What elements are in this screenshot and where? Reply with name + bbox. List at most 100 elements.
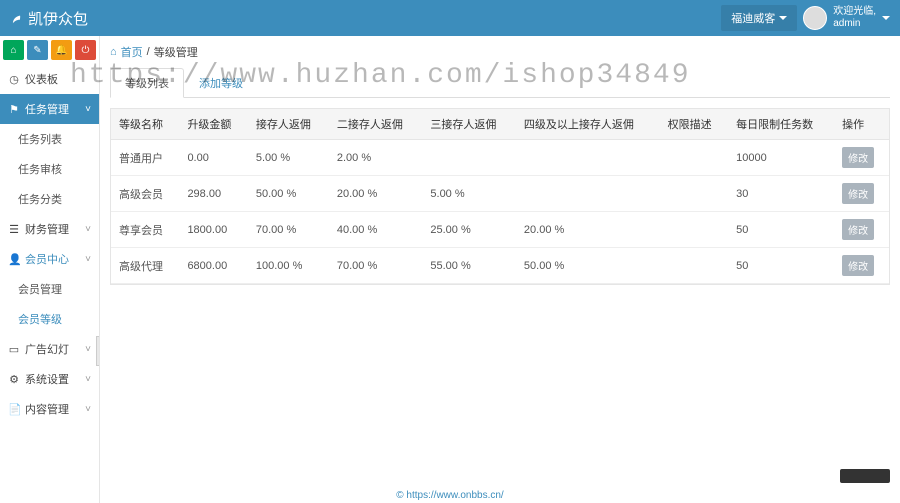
topbar: 凯伊众包 福迪威客 欢迎光临, admin <box>0 0 900 36</box>
sidebar-item-label: 广告幻灯 <box>25 341 69 357</box>
sidebar-item-task-cat[interactable]: 任务分类 <box>0 184 99 214</box>
user-info[interactable]: 欢迎光临, admin <box>833 6 876 30</box>
cell-amount: 6800.00 <box>179 248 247 284</box>
cell-perm <box>660 140 728 176</box>
cell-name: 普通用户 <box>111 140 179 176</box>
table-header-row: 等级名称 升级金额 接存人返佣 二接存人返佣 三接存人返佣 四级及以上接存人返佣… <box>111 109 889 140</box>
cell-amount: 298.00 <box>179 176 247 212</box>
edit-button[interactable]: 修改 <box>842 219 874 240</box>
chevron-down-icon: ˅ <box>85 404 91 415</box>
cell-op: 修改 <box>834 140 889 176</box>
cell-r3: 25.00 % <box>422 212 516 248</box>
breadcrumb-sep: / <box>147 46 150 58</box>
cell-op: 修改 <box>834 248 889 284</box>
sidebar-item-content[interactable]: 📄 内容管理 ˅ <box>0 394 99 424</box>
cell-name: 高级代理 <box>111 248 179 284</box>
bell-icon: 🔔 <box>55 45 67 56</box>
sidebar-item-dashboard[interactable]: ◷ 仪表板 <box>0 64 99 94</box>
col-name: 等级名称 <box>111 109 179 140</box>
sidebar-item-label: 任务管理 <box>25 101 69 117</box>
cell-perm <box>660 212 728 248</box>
sidebar-collapse-handle[interactable]: ‹ <box>96 336 100 366</box>
gauge-icon: ◷ <box>8 73 20 86</box>
sidebar-item-label: 仪表板 <box>25 71 58 87</box>
sidebar-item-label: 财务管理 <box>25 221 69 237</box>
cell-amount: 1800.00 <box>179 212 247 248</box>
level-table-wrap: 等级名称 升级金额 接存人返佣 二接存人返佣 三接存人返佣 四级及以上接存人返佣… <box>110 108 890 285</box>
sidebar-item-finance[interactable]: ☰ 财务管理 ˅ <box>0 214 99 244</box>
sidebar-item-member-level[interactable]: 会员等级 <box>0 304 99 334</box>
cell-limit: 50 <box>728 248 834 284</box>
edit-button[interactable]: 修改 <box>842 183 874 204</box>
chevron-down-icon <box>779 16 787 20</box>
image-icon: ▭ <box>8 343 20 356</box>
breadcrumb: ⌂ 首页 / 等级管理 <box>100 36 900 68</box>
cell-r4 <box>516 176 660 212</box>
gear-icon: ⚙ <box>8 373 20 386</box>
cell-r4: 20.00 % <box>516 212 660 248</box>
cell-r4: 50.00 % <box>516 248 660 284</box>
pencil-icon: ✎ <box>33 45 41 56</box>
sidebar-item-task-list[interactable]: 任务列表 <box>0 124 99 154</box>
cell-r2: 40.00 % <box>329 212 423 248</box>
col-r1: 接存人返佣 <box>248 109 329 140</box>
content-area: ⌂ 首页 / 等级管理 等级列表 添加等级 等级名称 升级金额 接存人返佣 二接… <box>100 36 900 503</box>
avatar[interactable] <box>803 6 827 30</box>
bars-icon: ☰ <box>8 223 20 236</box>
platform-dropdown[interactable]: 福迪威客 <box>721 5 797 31</box>
col-r2: 二接存人返佣 <box>329 109 423 140</box>
sidebar-item-member[interactable]: 👤 会员中心 ˅ <box>0 244 99 274</box>
sidebar-item-label: 任务审核 <box>18 161 62 177</box>
cell-limit: 10000 <box>728 140 834 176</box>
breadcrumb-home[interactable]: 首页 <box>121 44 143 60</box>
home-icon: ⌂ <box>10 45 16 56</box>
welcome-text: 欢迎光临, <box>833 6 876 18</box>
cell-perm <box>660 248 728 284</box>
sidebar-item-label: 系统设置 <box>25 371 69 387</box>
tabs: 等级列表 添加等级 <box>110 68 890 98</box>
sidebar-item-label: 会员中心 <box>25 251 69 267</box>
cell-r3: 5.00 % <box>422 176 516 212</box>
cell-r2: 70.00 % <box>329 248 423 284</box>
edit-button[interactable]: 修改 <box>842 147 874 168</box>
platform-label: 福迪威客 <box>731 10 775 26</box>
topbar-right: 福迪威客 欢迎光临, admin <box>721 5 890 31</box>
leaf-icon <box>10 11 24 25</box>
chevron-down-icon: ˅ <box>85 344 91 355</box>
col-op: 操作 <box>834 109 889 140</box>
sidebar-item-task-mgmt[interactable]: ⚑ 任务管理 ˅ <box>0 94 99 124</box>
tab-level-list[interactable]: 等级列表 <box>110 68 184 98</box>
sidebar-item-label: 会员等级 <box>18 311 62 327</box>
level-table: 等级名称 升级金额 接存人返佣 二接存人返佣 三接存人返佣 四级及以上接存人返佣… <box>111 109 889 284</box>
cell-r3: 55.00 % <box>422 248 516 284</box>
breadcrumb-current: 等级管理 <box>154 44 198 60</box>
tab-add-level[interactable]: 添加等级 <box>184 68 258 97</box>
col-limit: 每日限制任务数 <box>728 109 834 140</box>
cell-r3 <box>422 140 516 176</box>
edit-button[interactable]: 修改 <box>842 255 874 276</box>
cell-r1: 5.00 % <box>248 140 329 176</box>
sidebar-item-task-audit[interactable]: 任务审核 <box>0 154 99 184</box>
action-row: ⌂ ✎ 🔔 ⏻ <box>0 36 99 64</box>
chevron-down-icon: ˅ <box>85 104 91 115</box>
col-amount: 升级金额 <box>179 109 247 140</box>
cell-op: 修改 <box>834 176 889 212</box>
mini-toolbar[interactable] <box>840 469 890 483</box>
chevron-down-icon: ˅ <box>85 254 91 265</box>
sidebar-item-system[interactable]: ⚙ 系统设置 ˅ <box>0 364 99 394</box>
action-logout-button[interactable]: ⏻ <box>75 40 96 60</box>
table-row: 高级代理6800.00100.00 %70.00 %55.00 %50.00 %… <box>111 248 889 284</box>
tab-label: 等级列表 <box>125 78 169 90</box>
username: admin <box>833 18 876 30</box>
home-icon: ⌂ <box>110 46 117 58</box>
chevron-down-icon <box>882 16 890 20</box>
action-home-button[interactable]: ⌂ <box>3 40 24 60</box>
sidebar-item-member-mgmt[interactable]: 会员管理 <box>0 274 99 304</box>
action-edit-button[interactable]: ✎ <box>27 40 48 60</box>
brand-logo[interactable]: 凯伊众包 <box>10 8 88 29</box>
sidebar-item-label: 内容管理 <box>25 401 69 417</box>
cell-r1: 100.00 % <box>248 248 329 284</box>
action-warn-button[interactable]: 🔔 <box>51 40 72 60</box>
sidebar: ⌂ ✎ 🔔 ⏻ ◷ 仪表板 ⚑ 任务管理 ˅ 任务列表 任务审核 任务分类 ☰ … <box>0 36 100 503</box>
sidebar-item-ads[interactable]: ▭ 广告幻灯 ˅ <box>0 334 99 364</box>
